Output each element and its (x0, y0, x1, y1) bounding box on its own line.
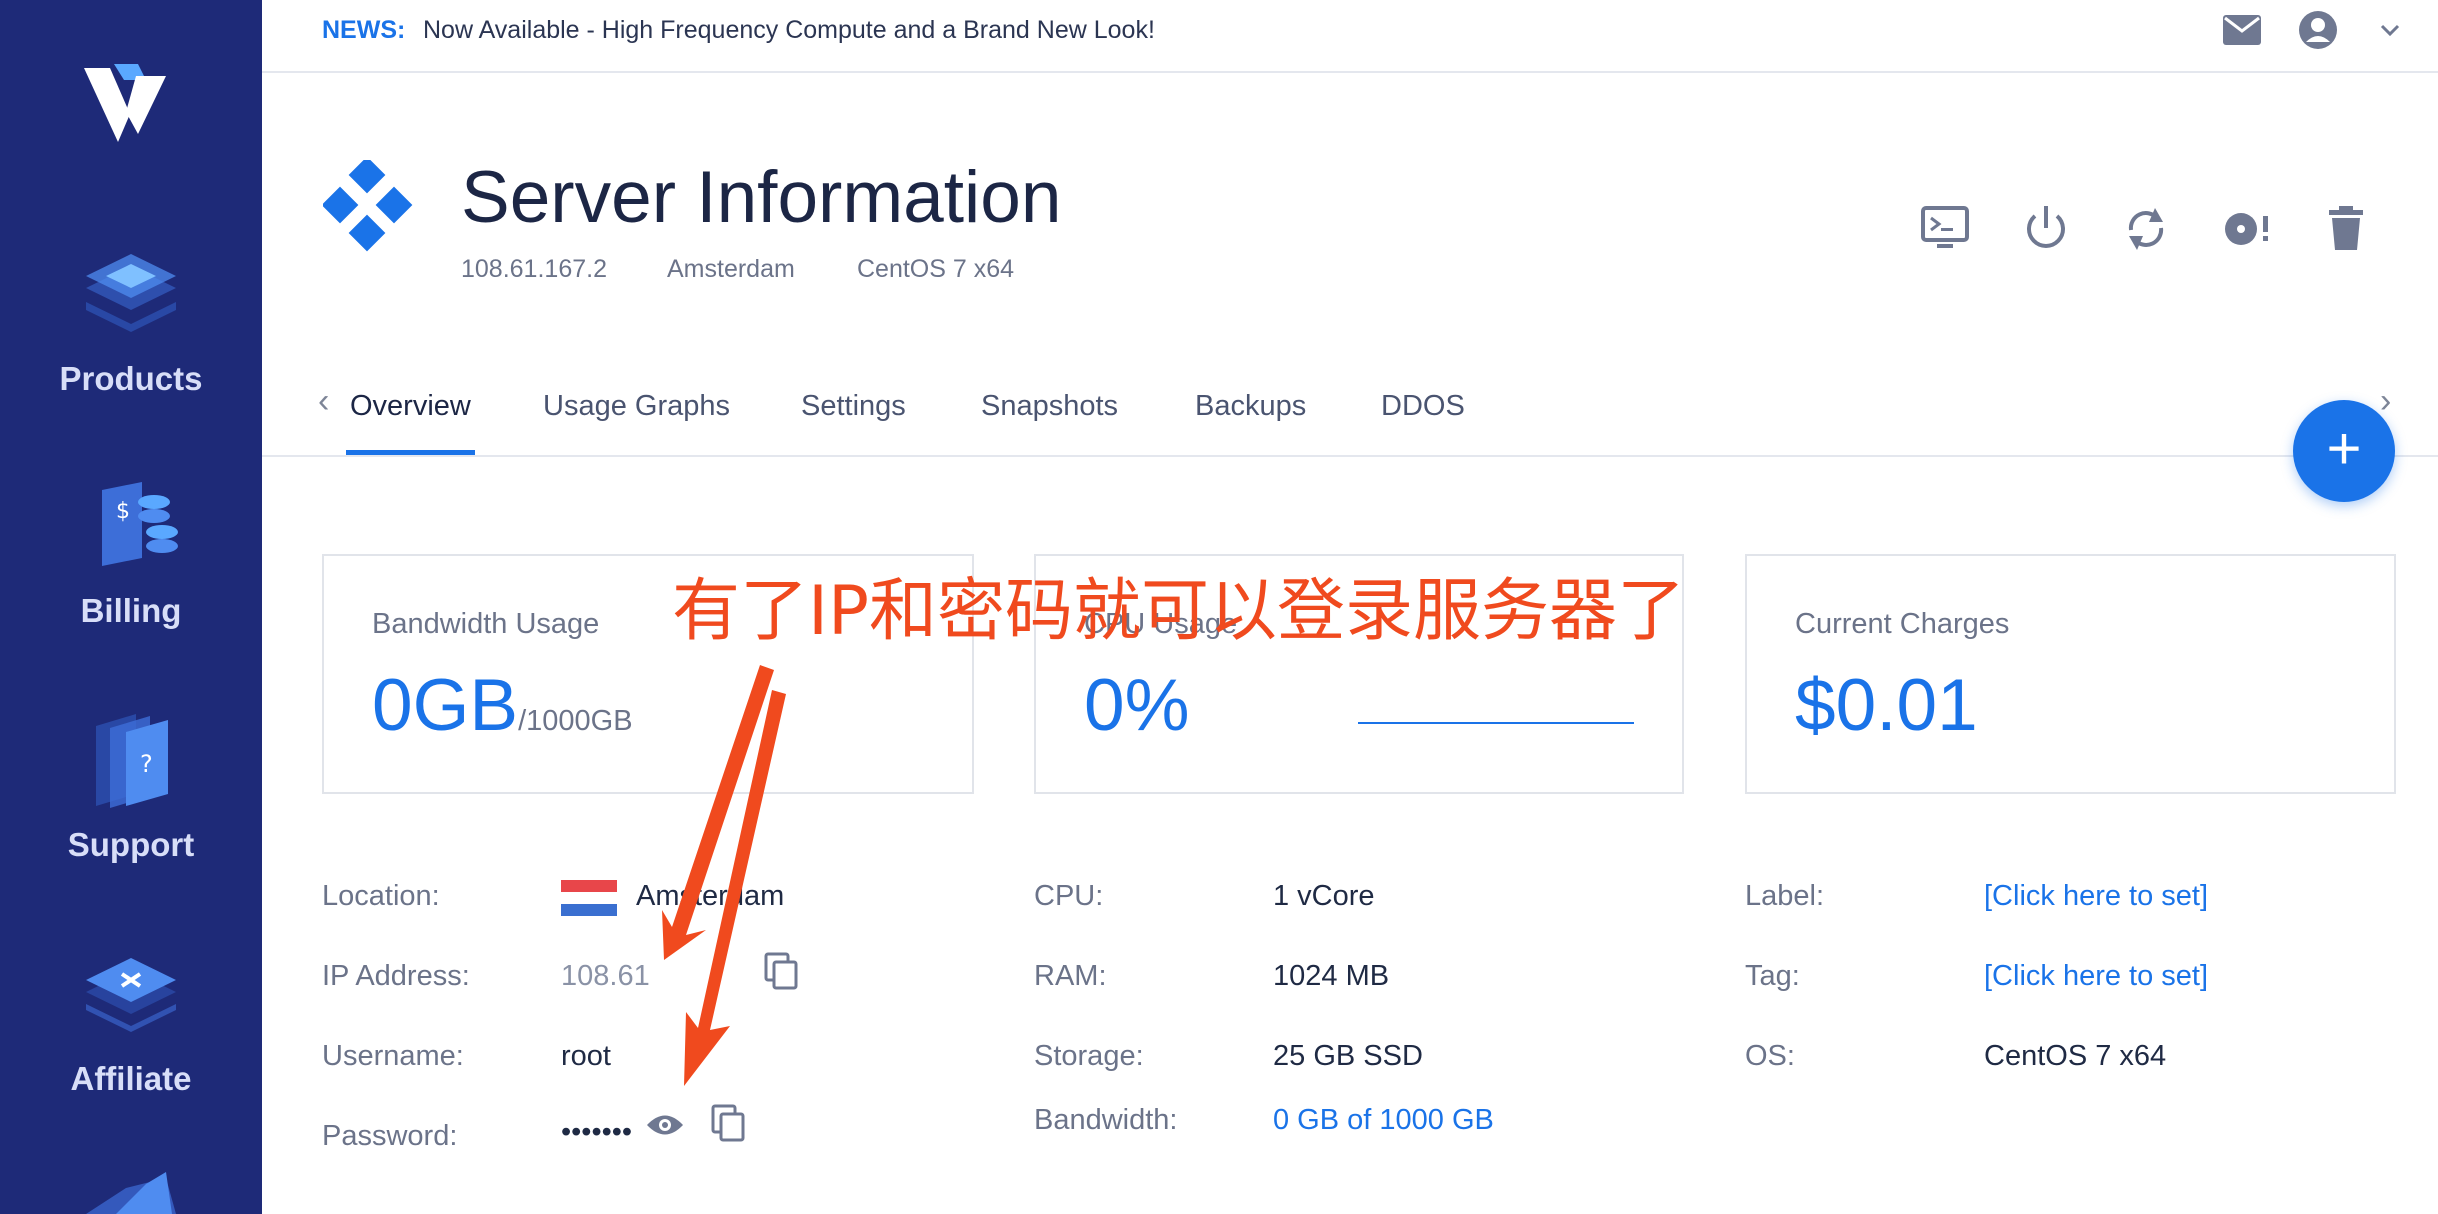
sidebar-item-label: Billing (80, 592, 182, 629)
more-products-icon (86, 1172, 176, 1214)
news-tag: NEWS: (322, 16, 406, 44)
sidebar-item-label: Affiliate (70, 1060, 192, 1097)
bandwidth-total: /1000GB (518, 705, 633, 737)
detail-label: Tag: (1745, 960, 1800, 992)
ip-address-value: 108.61 (561, 960, 650, 992)
detail-label: CPU: (1034, 880, 1104, 912)
set-tag-link[interactable]: [Click here to set] (1984, 960, 2208, 993)
ram-value: 1024 MB (1273, 960, 1390, 992)
affiliate-icon (86, 958, 176, 1032)
sidebar-item-affiliate[interactable]: Affiliate (0, 940, 262, 1098)
cpu-value: 1 vCore (1273, 880, 1375, 912)
netherlands-flag-icon (561, 880, 617, 916)
detail-label: Location: (322, 880, 440, 912)
tab-backups[interactable]: Backups (1195, 390, 1306, 423)
sidebar: Products $ Billing ? Support Affiliate (0, 0, 262, 1214)
tab-usage-graphs[interactable]: Usage Graphs (543, 390, 730, 423)
detail-label: IP Address: (322, 960, 470, 992)
eye-icon[interactable] (645, 1110, 685, 1140)
server-logo-icon (323, 160, 413, 252)
trash-icon[interactable] (2317, 200, 2375, 258)
detail-label: Password: (322, 1120, 458, 1152)
plus-icon: + (2326, 415, 2362, 482)
sidebar-item-support[interactable]: ? Support (0, 706, 262, 864)
bandwidth-link[interactable]: 0 GB of 1000 GB (1273, 1104, 1494, 1137)
card-value: 0% (1084, 665, 1190, 746)
card-value: $0.01 (1795, 665, 1978, 746)
top-bar: NEWS: Now Available - High Frequency Com… (262, 0, 2438, 73)
bandwidth-used: 0GB (372, 665, 519, 746)
detail-label: Bandwidth: (1034, 1104, 1178, 1136)
card-label: Bandwidth Usage (372, 608, 600, 640)
news-text[interactable]: Now Available - High Frequency Compute a… (423, 16, 1155, 45)
account-icon[interactable] (2298, 10, 2338, 50)
tab-snapshots[interactable]: Snapshots (981, 390, 1118, 423)
sidebar-item-label: Products (59, 360, 203, 397)
detail-label: Storage: (1034, 1040, 1144, 1072)
sidebar-item-products[interactable]: Products (0, 240, 262, 398)
copy-icon[interactable] (764, 952, 800, 992)
cpu-usage-sparkline (1358, 722, 1634, 724)
set-label-link[interactable]: [Click here to set] (1984, 880, 2208, 913)
annotation-text: 有了IP和密码就可以登录服务器了 (672, 572, 1686, 651)
tab-ddos[interactable]: DDOS (1381, 390, 1465, 423)
billing-icon: $ (102, 482, 178, 566)
server-ip-meta: 108.61.167.2 (461, 255, 607, 283)
storage-value: 25 GB SSD (1273, 1040, 1423, 1072)
server-os-meta: CentOS 7 x64 (857, 255, 1015, 283)
svg-text:$: $ (116, 499, 130, 524)
add-button[interactable]: + (2293, 400, 2395, 502)
tabs-divider (262, 455, 2438, 457)
location-value: Amsterdam (636, 880, 785, 912)
support-icon: ? (96, 714, 168, 808)
sidebar-item-billing[interactable]: $ Billing (0, 472, 262, 630)
password-value: ••••••• (561, 1116, 633, 1148)
restart-icon[interactable] (2117, 200, 2175, 258)
os-value: CentOS 7 x64 (1984, 1040, 2167, 1072)
power-icon[interactable] (2017, 200, 2075, 258)
vultr-logo-icon[interactable] (80, 62, 170, 146)
server-location-meta: Amsterdam (667, 255, 795, 283)
tabs-scroll-left-icon[interactable]: ‹ (318, 382, 329, 421)
copy-icon[interactable] (711, 1104, 747, 1144)
reinstall-icon[interactable] (2217, 200, 2275, 258)
products-stack-icon (86, 254, 176, 332)
mail-icon[interactable] (2222, 14, 2262, 46)
sidebar-item-label: Support (67, 826, 195, 863)
chevron-down-icon[interactable] (2378, 22, 2402, 38)
tab-settings[interactable]: Settings (801, 390, 906, 423)
tab-overview[interactable]: Overview (350, 390, 471, 423)
detail-label: OS: (1745, 1040, 1795, 1072)
detail-label: RAM: (1034, 960, 1107, 992)
page-title: Server Information (461, 157, 1062, 238)
card-label: Current Charges (1795, 608, 2010, 640)
detail-label: Label: (1745, 880, 1825, 912)
svg-text:?: ? (140, 750, 153, 778)
current-charges-card: Current Charges $0.01 (1745, 554, 2396, 794)
username-value: root (561, 1040, 611, 1072)
console-icon[interactable] (1917, 200, 1975, 258)
card-value: 0GB/1000GB (372, 664, 633, 747)
detail-label: Username: (322, 1040, 464, 1072)
